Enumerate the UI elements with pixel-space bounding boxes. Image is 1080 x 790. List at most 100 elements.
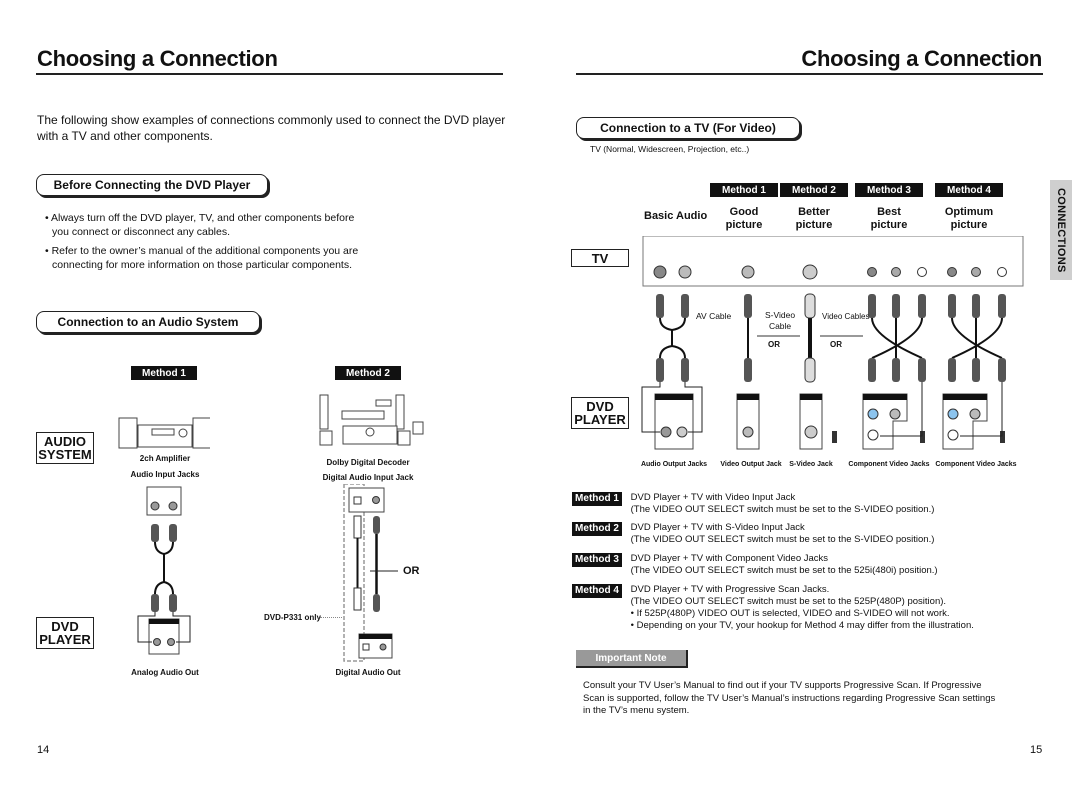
quality-method2-line2: picture: [795, 219, 833, 231]
audio-method2-badge: Method 2: [335, 366, 401, 380]
panel-header: [737, 394, 759, 400]
jack-caption-video: Video Output Jack: [720, 461, 782, 468]
intro-text: The following show examples of connectio…: [37, 113, 506, 143]
method-description-line: (The VIDEO OUT SELECT switch must be set…: [630, 565, 938, 576]
plug: [918, 358, 926, 382]
method-description-badge: Method 3: [572, 553, 622, 567]
amplifier-knob: [178, 428, 188, 438]
output-jack-r: [153, 638, 161, 646]
av-cable: [659, 317, 686, 359]
method-description-4: Method 4 DVD Player + TV with Progressiv…: [572, 584, 974, 632]
panel-headers: [655, 394, 987, 400]
method-description-line: • If 525P(480P) VIDEO OUT is selected, V…: [630, 608, 950, 619]
quality-method1: Good picture: [710, 206, 778, 232]
plug: [744, 358, 752, 382]
plug: [868, 358, 876, 382]
jack-caption-audio: Audio Output Jacks: [640, 461, 708, 468]
bullet-item: • Always turn off the DVD player, TV, an…: [45, 212, 355, 238]
dvd-svideo-jack: [804, 425, 818, 439]
plug: [744, 294, 752, 318]
plug: [918, 294, 926, 318]
amplifier-display: [151, 428, 175, 436]
or-label-1: OR: [768, 340, 780, 349]
left-speaker: [118, 417, 138, 449]
digital-input-caption: Digital Audio Input Jack: [322, 473, 414, 482]
rear-right-speaker: [397, 430, 411, 446]
audio-cable: [154, 541, 174, 595]
connections-side-tab-label: CONNECTIONS: [1055, 187, 1067, 273]
output-jack-l: [167, 638, 175, 646]
bullet-item: • Refer to the owner’s manual of the add…: [45, 245, 359, 271]
plug-top-r: [151, 524, 159, 542]
decoder-caption: Dolby Digital Decoder: [326, 458, 410, 467]
analog-out-panel: [148, 618, 180, 655]
coaxial-plug-bottom: [373, 594, 380, 612]
switches: [832, 431, 1005, 443]
jack-caption-svideo: S-Video Jack: [789, 461, 833, 468]
plug: [972, 294, 980, 318]
audio-system-label: AUDIO SYSTEM: [36, 432, 94, 464]
left-dvd-player-label: DVD PLAYER: [36, 617, 94, 649]
model-note-arrow: [320, 617, 342, 618]
tv-connection-heading-label: Connection to a TV (For Video): [600, 121, 776, 135]
dvd-comp1-pr-jack: [867, 408, 879, 420]
front-right-speaker: [395, 394, 405, 430]
plug: [998, 294, 1006, 318]
before-connecting-heading-label: Before Connecting the DVD Player: [53, 178, 251, 192]
coaxial-plug-top: [373, 516, 380, 534]
audio-system-label-line2: SYSTEM: [38, 447, 92, 462]
tv-comp1-pb-jack: [917, 267, 927, 277]
left-page-number: 14: [37, 744, 50, 756]
tv-connection-heading: Connection to a TV (For Video): [576, 117, 800, 139]
digital-out-header: [359, 634, 392, 639]
quality-method1-line2: picture: [725, 219, 763, 231]
important-note-label: Important Note: [576, 650, 688, 668]
audio-system-heading: Connection to an Audio System: [36, 311, 260, 333]
analog-audio-out-panel: [654, 393, 694, 450]
right-dvd-player-label: DVD PLAYER: [571, 397, 629, 429]
tv-svideo-jack: [802, 264, 818, 280]
method-description-line: DVD Player + TV with Progressive Scan Ja…: [630, 584, 830, 595]
connections-side-tab: CONNECTIONS: [1050, 180, 1072, 280]
svideo-cable-label: S-Video Cable: [765, 310, 795, 332]
analog-audio-out-caption: Analog Audio Out: [131, 668, 199, 677]
panel-header: [863, 394, 907, 400]
panel-header: [800, 394, 822, 400]
digital-or-label: OR: [403, 565, 420, 577]
panel-header: [943, 394, 987, 400]
digital-audio-out-caption: Digital Audio Out: [335, 668, 401, 677]
plug: [998, 358, 1006, 382]
plug: [972, 358, 980, 382]
left-dvd-player-line2: PLAYER: [39, 632, 91, 647]
tv-method2-badge: Method 2: [780, 183, 848, 197]
rear-left-speaker: [319, 430, 333, 446]
quality-method4: Optimum picture: [935, 206, 1003, 232]
method-description-line: DVD Player + TV with Component Video Jac…: [630, 553, 829, 564]
svideo-plug: [804, 293, 816, 319]
right-speaker: [192, 417, 210, 449]
model-note: DVD-P331 only: [264, 613, 321, 622]
dvd-comp2-y-jack: [969, 408, 981, 420]
plug: [681, 358, 689, 382]
input-jack-r: [150, 501, 160, 511]
component-cable-1: [871, 317, 923, 359]
audio-input-jacks-caption: Audio Input Jacks: [130, 470, 200, 479]
analog-audio-connection: [137, 486, 191, 655]
plug-bottom-r: [151, 594, 159, 612]
method-description-line: • Depending on your TV, your hookup for …: [630, 620, 974, 631]
tv-comp1-y-jack: [891, 267, 901, 277]
svideo-cable-label-line2: Cable: [768, 321, 792, 331]
tv-method3-badge: Method 3: [855, 183, 923, 197]
plug: [948, 358, 956, 382]
method-description-line: (The VIDEO OUT SELECT switch must be set…: [630, 504, 935, 515]
tv-method1-badge: Method 1: [710, 183, 778, 197]
basic-audio-label: Basic Audio: [644, 210, 708, 222]
analog-out-header: [149, 619, 179, 624]
method-description-2: Method 2 DVD Player + TV with S-Video In…: [572, 522, 934, 546]
quality-method1-line1: Good: [729, 206, 759, 218]
method-description-1: Method 1 DVD Player + TV with Video Inpu…: [572, 492, 934, 516]
tv-subtitle: TV (Normal, Widescreen, Projection, etc.…: [590, 144, 750, 154]
tv-video-jack: [741, 265, 755, 279]
input-jack-l: [168, 501, 178, 511]
svideo-cable-label-line1: S-Video: [765, 310, 796, 320]
